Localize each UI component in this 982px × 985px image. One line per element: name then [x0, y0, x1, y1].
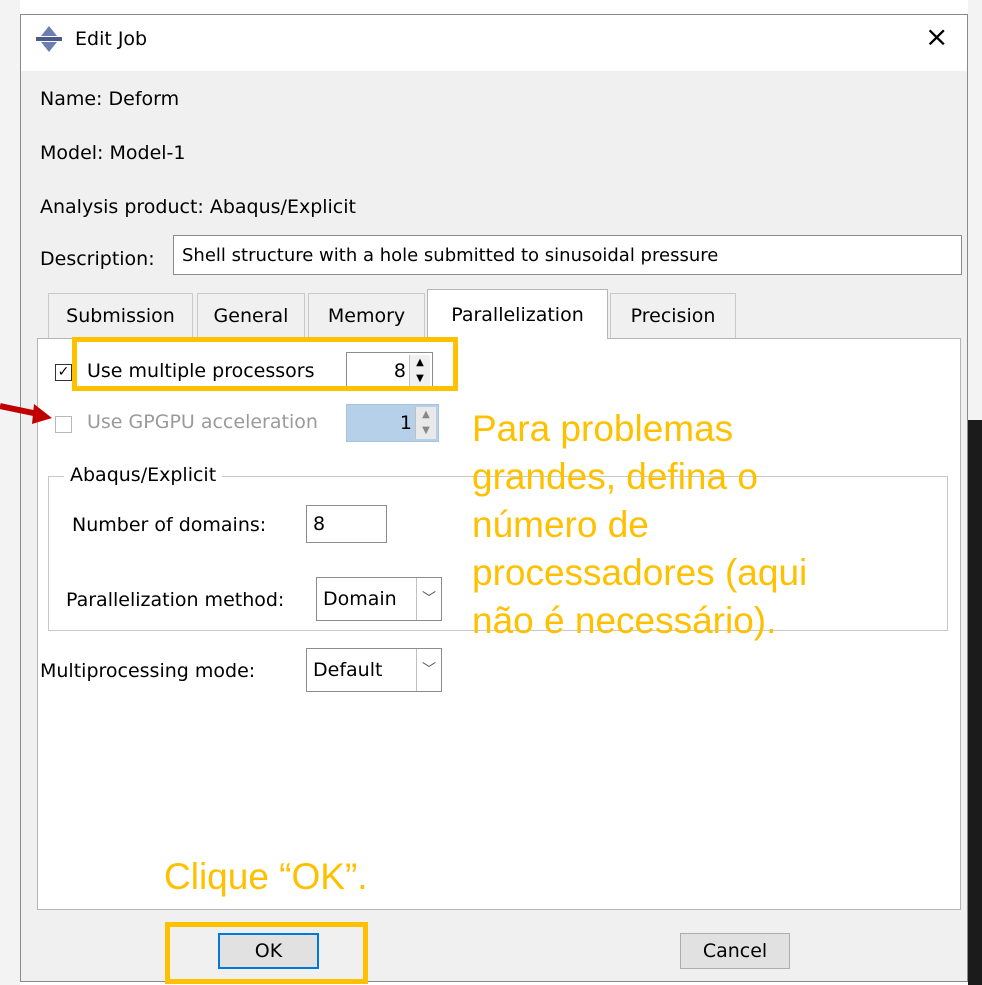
gpgpu-checkbox[interactable] [55, 416, 72, 433]
red-arrow-icon [0, 403, 52, 424]
note-line: processadores (aqui [472, 552, 808, 593]
gpgpu-value: 1 [399, 412, 412, 434]
description-label: Description: [40, 248, 155, 270]
note-line: não é necessário). [472, 600, 777, 641]
chevron-down-icon[interactable]: ﹀ [416, 578, 441, 620]
cancel-button[interactable]: Cancel [680, 933, 790, 969]
tab-parallelization[interactable]: Parallelization [427, 289, 608, 339]
group-title: Abaqus/Explicit [64, 464, 223, 486]
background-right [968, 0, 982, 985]
tab-general[interactable]: General [197, 293, 305, 338]
job-name-text: Name: Deform [40, 88, 180, 110]
mode-value: Default [313, 659, 383, 681]
domains-label: Number of domains: [72, 514, 267, 536]
title-bar [21, 15, 967, 71]
gpgpu-label: Use GPGPU acceleration [87, 411, 318, 433]
spin-down-icon[interactable]: ▼ [416, 423, 436, 439]
gpgpu-spinbox[interactable]: 1 ▲ ▼ [346, 404, 439, 442]
highlight-processors [72, 337, 458, 391]
mode-label: Multiprocessing mode: [40, 660, 256, 682]
close-icon[interactable]: × [925, 22, 948, 52]
domains-input[interactable]: 8 [306, 505, 387, 543]
mode-select[interactable]: Default ﹀ [306, 648, 442, 692]
highlight-ok [165, 922, 368, 984]
note-processors: Para problemas grandes, defina o número … [472, 405, 807, 645]
chevron-down-icon[interactable]: ﹀ [416, 649, 441, 691]
note-line: Para problemas [472, 408, 734, 449]
description-input[interactable] [173, 235, 962, 275]
model-text: Model: Model-1 [40, 142, 186, 164]
dialog-title: Edit Job [75, 28, 148, 50]
analysis-product-text: Analysis product: Abaqus/Explicit [40, 196, 356, 218]
method-select[interactable]: Domain ﹀ [316, 577, 442, 621]
multi-processor-checkbox[interactable]: ✓ [55, 364, 72, 381]
spin-up-icon[interactable]: ▲ [416, 407, 436, 423]
tab-submission[interactable]: Submission [48, 293, 193, 338]
tab-precision[interactable]: Precision [610, 293, 736, 338]
note-line: número de [472, 504, 649, 545]
tab-memory[interactable]: Memory [308, 293, 425, 338]
note-line: grandes, defina o [472, 456, 758, 497]
method-value: Domain [323, 588, 397, 610]
method-label: Parallelization method: [66, 589, 285, 611]
background-left [0, 0, 20, 985]
note-ok: Clique “OK”. [164, 856, 368, 897]
app-icon [36, 26, 62, 52]
